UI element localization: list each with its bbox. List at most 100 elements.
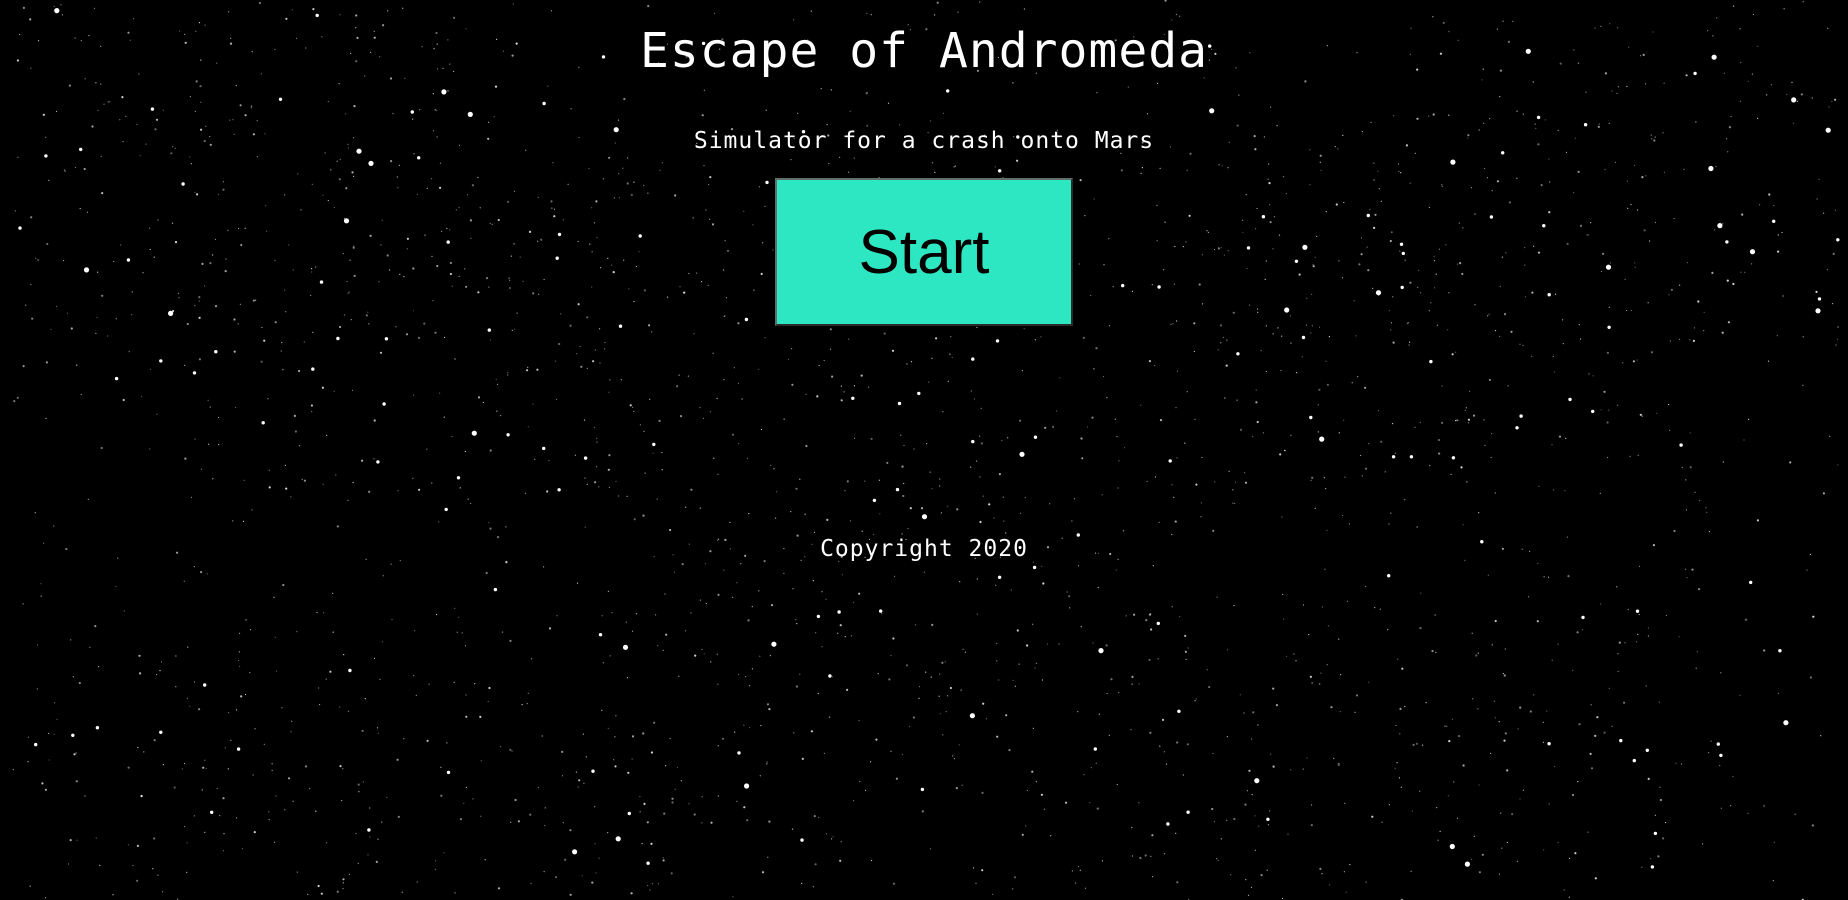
star: [710, 661, 712, 663]
star: [768, 708, 771, 711]
star: [1282, 897, 1284, 900]
star: [263, 743, 265, 746]
star: [1077, 565, 1079, 567]
star: [485, 571, 488, 575]
star: [643, 802, 646, 806]
star: [992, 893, 994, 895]
star: [440, 766, 442, 768]
star: [828, 674, 832, 678]
star: [646, 821, 649, 824]
star: [1118, 692, 1120, 694]
star: [362, 781, 364, 783]
star: [454, 607, 456, 610]
star: [810, 730, 814, 733]
star: [938, 695, 940, 697]
star: [1490, 752, 1492, 754]
star: [414, 630, 416, 632]
star: [527, 692, 529, 694]
star: [183, 762, 186, 765]
star: [271, 763, 273, 765]
star: [41, 782, 44, 785]
star: [1527, 596, 1530, 598]
star: [591, 881, 594, 884]
star: [1187, 647, 1189, 649]
star: [602, 662, 604, 664]
star: [1481, 853, 1484, 856]
star: [1344, 802, 1346, 804]
star: [1216, 858, 1218, 860]
star: [1436, 807, 1438, 809]
star: [332, 631, 334, 633]
star: [1097, 586, 1099, 589]
star: [386, 796, 388, 798]
star: [1302, 768, 1304, 770]
star: [1266, 817, 1270, 821]
star: [458, 616, 460, 618]
star: [671, 797, 674, 800]
star: [1681, 763, 1683, 765]
star: [1327, 625, 1329, 627]
star: [793, 732, 795, 734]
star: [309, 788, 311, 790]
star: [241, 848, 244, 850]
star: [1696, 651, 1698, 653]
star: [193, 815, 195, 817]
star: [1449, 843, 1455, 850]
star: [1439, 830, 1441, 833]
star: [1176, 741, 1179, 744]
star: [1186, 743, 1189, 746]
star: [1695, 667, 1697, 669]
star: [1411, 810, 1413, 812]
star: [1396, 762, 1398, 764]
star: [1395, 724, 1397, 727]
star: [543, 871, 545, 873]
star: [1475, 654, 1478, 657]
star: [1092, 642, 1094, 644]
star: [743, 724, 745, 726]
star: [982, 702, 985, 705]
star: [1330, 706, 1333, 709]
star: [1374, 607, 1376, 609]
star: [1077, 711, 1079, 713]
star: [1041, 679, 1043, 681]
star: [428, 683, 430, 685]
star: [647, 885, 649, 887]
star: [1431, 649, 1434, 653]
star: [893, 575, 896, 577]
star: [1157, 658, 1159, 660]
star: [282, 583, 285, 587]
star: [627, 811, 631, 816]
star: [699, 599, 702, 601]
star: [664, 593, 666, 595]
star: [1046, 643, 1049, 645]
star: [964, 651, 967, 653]
star: [1710, 740, 1712, 742]
star: [1244, 803, 1247, 806]
star: [1246, 790, 1248, 792]
star: [1574, 852, 1577, 855]
star: [1665, 821, 1667, 824]
star: [1041, 565, 1043, 567]
star: [1472, 698, 1474, 700]
star: [162, 891, 164, 893]
start-button[interactable]: Start: [775, 178, 1073, 326]
star: [601, 615, 603, 617]
star: [175, 655, 177, 657]
star: [572, 849, 578, 855]
star: [348, 668, 352, 673]
star: [1130, 729, 1132, 731]
star: [1516, 860, 1519, 862]
star: [463, 802, 465, 805]
star: [127, 844, 129, 846]
star: [484, 859, 486, 861]
star: [1026, 789, 1028, 792]
star: [1133, 613, 1136, 616]
star: [1319, 683, 1321, 685]
star: [1415, 742, 1418, 745]
star: [1329, 884, 1331, 886]
star: [249, 671, 251, 674]
star: [54, 702, 56, 704]
star: [78, 681, 81, 685]
star: [1161, 718, 1165, 722]
star: [669, 738, 671, 740]
